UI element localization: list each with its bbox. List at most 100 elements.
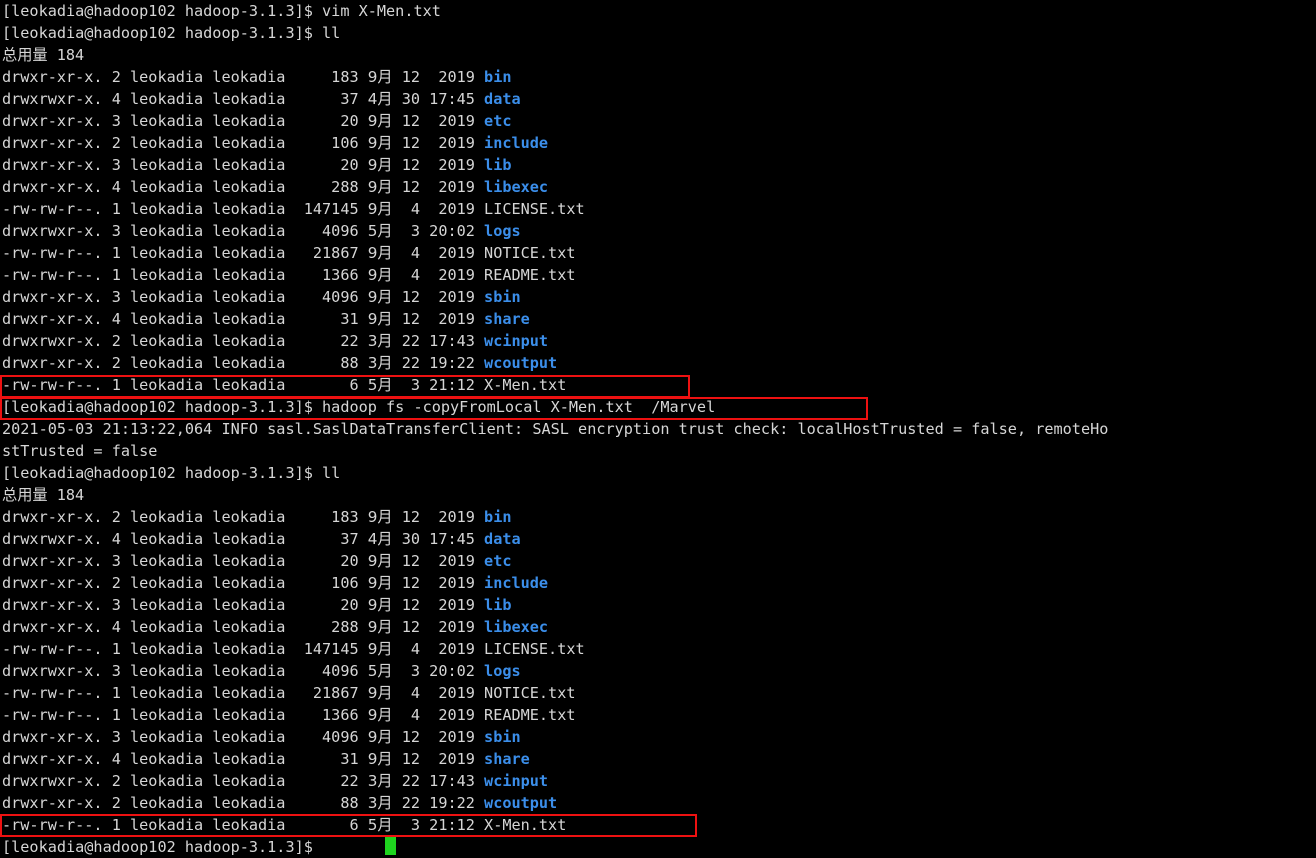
- command-line[interactable]: [leokadia@hadoop102 hadoop-3.1.3]$ ll: [0, 462, 1316, 484]
- listing-name: sbin: [484, 728, 521, 746]
- listing-perms: -rw-rw-r--. 1 leokadia leokadia 147145: [2, 640, 368, 658]
- table-row: -rw-rw-r--. 1 leokadia leokadia 147145 9…: [0, 638, 1316, 660]
- listing-perms: -rw-rw-r--. 1 leokadia leokadia 21867: [2, 244, 368, 262]
- table-row: drwxr-xr-x. 2 leokadia leokadia 183 9月 1…: [0, 66, 1316, 88]
- listing-date: 12 2019: [392, 552, 485, 570]
- listing-name: README.txt: [484, 266, 576, 284]
- table-row: -rw-rw-r--. 1 leokadia leokadia 147145 9…: [0, 198, 1316, 220]
- table-row: drwxr-xr-x. 2 leokadia leokadia 106 9月 1…: [0, 132, 1316, 154]
- listing-name: share: [484, 310, 530, 328]
- listing-date: 30 17:45: [392, 530, 485, 548]
- table-row: drwxrwxr-x. 3 leokadia leokadia 4096 5月 …: [0, 660, 1316, 682]
- total-label: 总用量: [2, 46, 48, 64]
- listing-name: logs: [484, 222, 521, 240]
- total-label: 总用量: [2, 486, 48, 504]
- listing-perms: drwxr-xr-x. 3 leokadia leokadia 4096: [2, 288, 368, 306]
- listing-perms: drwxr-xr-x. 4 leokadia leokadia 31: [2, 750, 368, 768]
- listing-date: 4 2019: [392, 266, 485, 284]
- listing-date: 12 2019: [392, 68, 485, 86]
- listing-perms: drwxr-xr-x. 2 leokadia leokadia 106: [2, 134, 368, 152]
- listing-month: 3月: [367, 794, 393, 812]
- listing-name: X-Men.txt: [484, 816, 567, 834]
- table-row: drwxr-xr-x. 4 leokadia leokadia 288 9月 1…: [0, 616, 1316, 638]
- shell-prompt: [leokadia@hadoop102 hadoop-3.1.3]$: [2, 398, 323, 416]
- log-text-continued: stTrusted = false: [2, 442, 158, 460]
- listing-month: 9月: [367, 508, 393, 526]
- listing-date: 22 19:22: [392, 354, 485, 372]
- shell-prompt: [leokadia@hadoop102 hadoop-3.1.3]$: [2, 2, 323, 20]
- listing-month: 9月: [367, 156, 393, 174]
- command-line[interactable]: [leokadia@hadoop102 hadoop-3.1.3]$ ll: [0, 22, 1316, 44]
- listing-name: wcinput: [484, 332, 549, 350]
- listing-date: 12 2019: [392, 574, 485, 592]
- listing-month: 9月: [367, 134, 393, 152]
- shell-prompt-final: [leokadia@hadoop102 hadoop-3.1.3]$: [2, 838, 323, 856]
- listing-name: LICENSE.txt: [484, 200, 585, 218]
- listing-name: wcoutput: [484, 354, 558, 372]
- table-row: drwxr-xr-x. 3 leokadia leokadia 20 9月 12…: [0, 594, 1316, 616]
- listing-month: 9月: [367, 574, 393, 592]
- listing-date: 22 17:43: [392, 772, 485, 790]
- listing-perms: drwxr-xr-x. 4 leokadia leokadia 288: [2, 618, 368, 636]
- log-line: 2021-05-03 21:13:22,064 INFO sasl.SaslDa…: [0, 418, 1316, 440]
- total-line: 总用量 184: [0, 484, 1316, 506]
- table-row: drwxrwxr-x. 2 leokadia leokadia 22 3月 22…: [0, 330, 1316, 352]
- listing-month: 5月: [367, 816, 393, 834]
- table-row: -rw-rw-r--. 1 leokadia leokadia 1366 9月 …: [0, 264, 1316, 286]
- table-row: drwxrwxr-x. 2 leokadia leokadia 22 3月 22…: [0, 770, 1316, 792]
- listing-name: README.txt: [484, 706, 576, 724]
- listing-month: 9月: [367, 68, 393, 86]
- listing-month: 3月: [367, 332, 393, 350]
- listing-month: 4月: [367, 530, 393, 548]
- listing-date: 3 20:02: [392, 222, 485, 240]
- listing-perms: drwxr-xr-x. 3 leokadia leokadia 20: [2, 156, 368, 174]
- command-line[interactable]: [leokadia@hadoop102 hadoop-3.1.3]$: [0, 836, 1316, 858]
- table-row: drwxr-xr-x. 3 leokadia leokadia 20 9月 12…: [0, 550, 1316, 572]
- listing-month: 9月: [367, 728, 393, 746]
- command-copyfromlocal: hadoop fs -copyFromLocal X-Men.txt /Marv…: [322, 398, 716, 416]
- listing-date: 4 2019: [392, 244, 485, 262]
- total-value: 184: [47, 46, 85, 64]
- total-value: 184: [47, 486, 85, 504]
- listing-date: 12 2019: [392, 112, 485, 130]
- listing-perms: -rw-rw-r--. 1 leokadia leokadia 1366: [2, 266, 368, 284]
- command-ll-second: ll: [322, 464, 341, 482]
- listing-month: 9月: [367, 288, 393, 306]
- listing-name: sbin: [484, 288, 521, 306]
- listing-date: 12 2019: [392, 156, 485, 174]
- listing-name: etc: [484, 112, 512, 130]
- listing-perms: -rw-rw-r--. 1 leokadia leokadia 6: [2, 816, 368, 834]
- listing-perms: -rw-rw-r--. 1 leokadia leokadia 21867: [2, 684, 368, 702]
- listing-month: 9月: [367, 112, 393, 130]
- listing-perms: drwxrwxr-x. 2 leokadia leokadia 22: [2, 332, 368, 350]
- listing-month: 9月: [367, 684, 393, 702]
- listing-date: 3 21:12: [392, 376, 485, 394]
- listing-month: 5月: [367, 222, 393, 240]
- listing-month: 9月: [367, 596, 393, 614]
- table-row: drwxr-xr-x. 4 leokadia leokadia 288 9月 1…: [0, 176, 1316, 198]
- table-row: drwxr-xr-x. 4 leokadia leokadia 31 9月 12…: [0, 748, 1316, 770]
- listing-date: 12 2019: [392, 178, 485, 196]
- listing-name: bin: [484, 68, 512, 86]
- listing-date: 12 2019: [392, 618, 485, 636]
- command-line[interactable]: [leokadia@hadoop102 hadoop-3.1.3]$ hadoo…: [0, 396, 1316, 418]
- listing-name: etc: [484, 552, 512, 570]
- table-row: -rw-rw-r--. 1 leokadia leokadia 21867 9月…: [0, 682, 1316, 704]
- terminal-window[interactable]: [leokadia@hadoop102 hadoop-3.1.3]$ vim X…: [0, 0, 1316, 856]
- listing-perms: -rw-rw-r--. 1 leokadia leokadia 1366: [2, 706, 368, 724]
- listing-date: 30 17:45: [392, 90, 485, 108]
- table-row: -rw-rw-r--. 1 leokadia leokadia 1366 9月 …: [0, 704, 1316, 726]
- listing-date: 12 2019: [392, 288, 485, 306]
- listing-name: wcoutput: [484, 794, 558, 812]
- listing-date: 4 2019: [392, 200, 485, 218]
- listing-month: 3月: [367, 354, 393, 372]
- listing-name: share: [484, 750, 530, 768]
- listing-perms: drwxr-xr-x. 2 leokadia leokadia 106: [2, 574, 368, 592]
- listing-name: LICENSE.txt: [484, 640, 585, 658]
- listing-month: 4月: [367, 90, 393, 108]
- listing-perms: drwxr-xr-x. 4 leokadia leokadia 31: [2, 310, 368, 328]
- table-row: drwxr-xr-x. 3 leokadia leokadia 20 9月 12…: [0, 110, 1316, 132]
- command-ll: ll: [322, 24, 341, 42]
- listing-date: 22 19:22: [392, 794, 485, 812]
- command-line[interactable]: [leokadia@hadoop102 hadoop-3.1.3]$ vim X…: [0, 0, 1316, 22]
